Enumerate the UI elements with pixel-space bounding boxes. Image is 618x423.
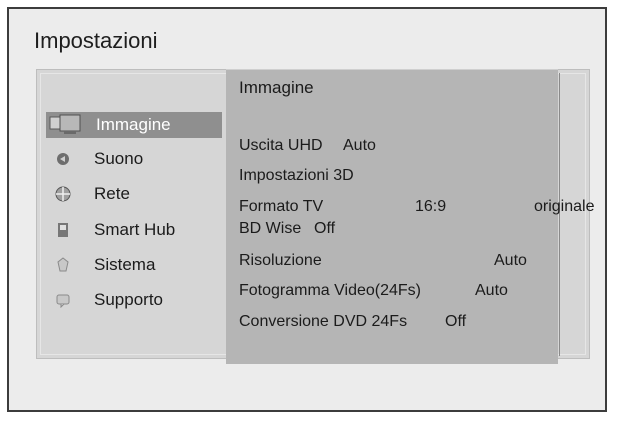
support-icon: [52, 289, 74, 311]
page-title: Impostazioni: [34, 28, 158, 53]
setting-value: Auto: [343, 137, 376, 154]
setting-label: Conversione DVD 24Fs: [239, 313, 408, 330]
setting-extra: originale: [534, 198, 595, 215]
sidebar-item-label: Suono: [94, 149, 144, 168]
setting-value: Auto: [475, 282, 508, 299]
sound-icon: [52, 148, 74, 170]
setting-value: Off: [445, 313, 467, 330]
setting-label: Uscita UHD: [239, 137, 323, 154]
sidebar-item-rete[interactable]: Rete: [44, 181, 222, 207]
content-title: Immagine: [239, 78, 314, 97]
settings-sidebar: Immagine Suono Rete Smart Hub Sistema Su…: [36, 70, 226, 360]
sidebar-item-label: Smart Hub: [94, 220, 176, 239]
network-icon: [52, 183, 74, 205]
setting-label: Fotogramma Video(24Fs): [239, 282, 421, 299]
sidebar-item-label: Rete: [94, 184, 130, 203]
sidebar-item-immagine[interactable]: Immagine: [46, 112, 222, 138]
setting-value: 16:9: [415, 198, 447, 215]
setting-label: Formato TV: [239, 198, 324, 215]
system-icon: [52, 254, 74, 276]
setting-value: Auto: [494, 252, 527, 269]
picture-icon: [46, 114, 90, 136]
sidebar-item-smart-hub[interactable]: Smart Hub: [44, 217, 222, 243]
sidebar-item-sistema[interactable]: Sistema: [44, 252, 222, 278]
content-panel: Immagine Uscita UHD Auto Impostazioni 3D…: [226, 69, 594, 364]
setting-label: Impostazioni 3D: [239, 167, 354, 184]
sidebar-item-supporto[interactable]: Supporto: [44, 287, 222, 313]
smart-hub-icon: [52, 219, 74, 241]
sidebar-item-label: Supporto: [94, 290, 163, 309]
setting-value: Off: [314, 220, 336, 237]
setting-label: BD Wise: [239, 220, 302, 237]
sidebar-item-label: Sistema: [94, 255, 156, 274]
sidebar-item-suono[interactable]: Suono: [44, 146, 222, 172]
sidebar-item-label: Immagine: [96, 115, 171, 134]
setting-label: Risoluzione: [239, 252, 322, 269]
